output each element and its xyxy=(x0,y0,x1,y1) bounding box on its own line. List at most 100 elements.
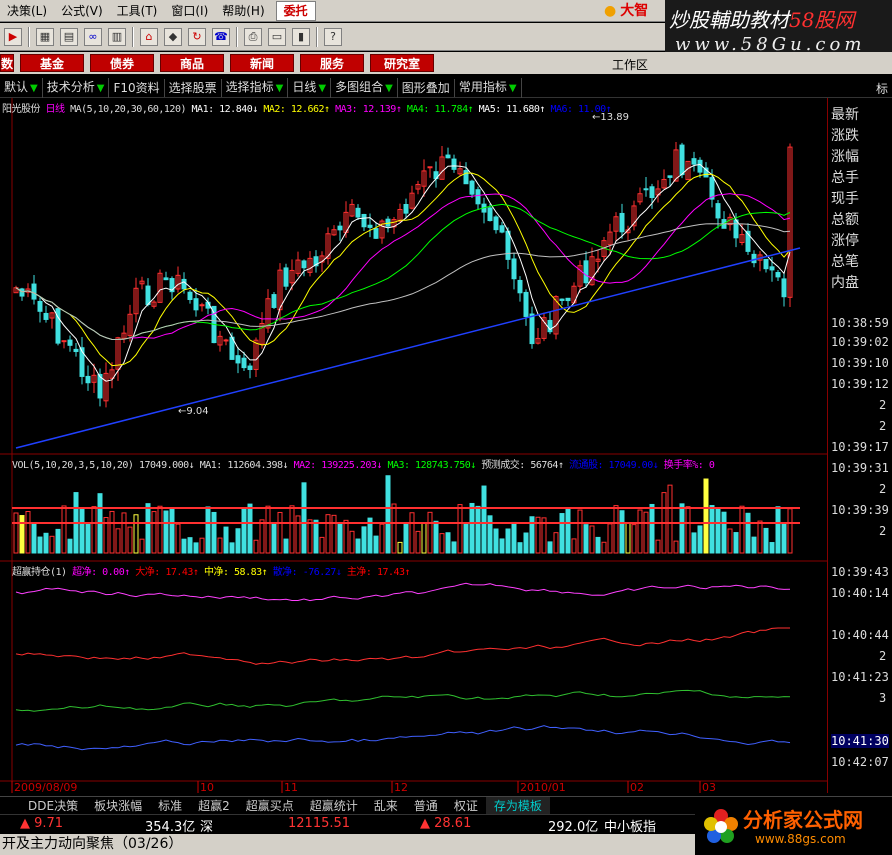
candle-body xyxy=(733,219,739,239)
func-button-fund[interactable]: 基金 xyxy=(20,54,84,72)
books-icon[interactable]: ▮ xyxy=(292,27,310,46)
menu-help[interactable]: 帮助(H) xyxy=(215,0,271,22)
volume-bar xyxy=(511,521,517,554)
volume-bar xyxy=(565,507,571,554)
home-icon[interactable]: ⌂ xyxy=(140,27,158,46)
candle-body xyxy=(751,253,757,264)
candle-body xyxy=(193,298,199,311)
btab-sector[interactable]: 板块涨幅 xyxy=(86,797,150,814)
menu-trade[interactable]: 委托 xyxy=(275,0,316,21)
btab-normal[interactable]: 普通 xyxy=(406,797,446,814)
volume-bar xyxy=(673,540,679,554)
btab-dde[interactable]: DDE决策 xyxy=(20,797,86,814)
func-button-data[interactable]: 数 xyxy=(0,54,14,72)
toolbar: ▶ ▦ ▤ ∞ ▥ ⌂ ◆ ↻ ☎ ⎙ ▭ ▮ ? xyxy=(0,23,665,51)
volume-bar xyxy=(427,511,433,554)
volume-bar xyxy=(61,505,67,554)
btab-standard[interactable]: 标准 xyxy=(150,797,190,814)
volume-bar xyxy=(649,503,655,554)
candle-body xyxy=(619,212,625,233)
tab-default[interactable]: 默认 ▼ xyxy=(0,77,43,98)
print-icon[interactable]: ⎙ xyxy=(244,27,262,46)
status-index-sme: 12115.51 xyxy=(288,816,351,831)
candle-body xyxy=(463,170,469,185)
trade-time: 10:40:14 xyxy=(831,586,889,600)
volume-bar xyxy=(217,537,223,554)
volume-bar xyxy=(415,530,421,554)
menu-window[interactable]: 窗口(I) xyxy=(164,0,215,22)
flow-line xyxy=(15,627,790,665)
menu-decision[interactable]: 决策(L) xyxy=(0,0,54,22)
diamond-icon[interactable]: ◆ xyxy=(164,27,182,46)
volume-bar xyxy=(613,505,619,554)
volume-bar xyxy=(187,537,193,554)
tab-overlay[interactable]: 图形叠加 xyxy=(398,78,455,97)
func-button-research[interactable]: 研究室 xyxy=(370,54,434,72)
volume-bar xyxy=(205,506,211,554)
tab-daily[interactable]: 日线 ▼ xyxy=(288,77,332,98)
tab-common-indicators[interactable]: 常用指标 ▼ xyxy=(455,77,522,98)
volume-bar xyxy=(607,523,613,554)
tab-multi-chart[interactable]: 多图组合 ▼ xyxy=(331,77,398,98)
menu-tools[interactable]: 工具(T) xyxy=(110,0,165,22)
btab-chaoying2[interactable]: 超赢2 xyxy=(190,797,238,814)
window-icon[interactable]: ▭ xyxy=(268,27,286,46)
volume-bar xyxy=(667,484,673,554)
volume-bar xyxy=(325,514,331,554)
menu-formula[interactable]: 公式(V) xyxy=(54,0,110,22)
btab-save-template[interactable]: 存为模板 xyxy=(485,797,550,814)
volume-bar xyxy=(475,505,481,554)
workspace-label[interactable]: 工作区 xyxy=(612,56,648,73)
btab-stats[interactable]: 超赢统计 xyxy=(302,797,366,814)
quote-amount: 总额 xyxy=(831,212,859,228)
volume-bar xyxy=(685,506,691,554)
volume-bar xyxy=(631,524,637,554)
volume-bar xyxy=(379,523,385,554)
volume-bar xyxy=(745,512,751,554)
volume-bar xyxy=(709,505,715,554)
function-bar: 数 基金 债券 商品 新闻 服务 研究室 xyxy=(0,52,892,74)
func-button-service[interactable]: 服务 xyxy=(300,54,364,72)
tab-f10[interactable]: F10资料 xyxy=(109,78,165,97)
func-button-commodity[interactable]: 商品 xyxy=(160,54,224,72)
btab-buy-point[interactable]: 超赢买点 xyxy=(238,797,302,814)
trade-time: 10:39:02 xyxy=(831,335,889,349)
volume-bar xyxy=(769,542,775,554)
binoculars-icon[interactable]: ∞ xyxy=(84,27,102,46)
volume-bar xyxy=(571,538,577,554)
volume-bar xyxy=(763,527,769,554)
volume-bar xyxy=(19,515,25,554)
help-pointer-icon[interactable]: ? xyxy=(324,27,342,46)
phone-icon[interactable]: ☎ xyxy=(212,27,230,46)
chart-area[interactable]: ←13.89 ←9.04 2009/08/09 10 11 12 2010/01 02 03 阳… xyxy=(0,98,828,793)
volume-bar xyxy=(409,512,415,554)
func-button-news[interactable]: 新闻 xyxy=(230,54,294,72)
func-button-bond[interactable]: 债券 xyxy=(90,54,154,72)
volume-bar xyxy=(55,528,61,554)
btab-warrant[interactable]: 权证 xyxy=(446,797,486,814)
volume-bar xyxy=(91,506,97,554)
candle-body xyxy=(235,355,241,364)
volume-bar xyxy=(133,514,139,554)
tab-tech-analysis[interactable]: 技术分析 ▼ xyxy=(43,77,110,98)
candle-body xyxy=(361,213,367,228)
kline-chart[interactable]: ←13.89←9.042009/08/09 10 11 12 2010/01 02 03 xyxy=(0,98,828,793)
tab-select-indicator[interactable]: 选择指标 ▼ xyxy=(222,77,289,98)
volume-bar xyxy=(199,537,205,554)
volume-bar xyxy=(223,526,229,554)
arrow-icon[interactable]: ▶ xyxy=(4,27,22,46)
volume-bar xyxy=(499,538,505,554)
btab-luanlai[interactable]: 乱来 xyxy=(366,797,406,814)
volume-bar xyxy=(49,535,55,554)
grid-icon[interactable]: ▦ xyxy=(36,27,54,46)
volume-bar xyxy=(247,503,253,554)
candle-body xyxy=(469,180,475,195)
volume-bar xyxy=(157,505,163,554)
table-icon[interactable]: ▤ xyxy=(60,27,78,46)
tab-select-stock[interactable]: 选择股票 xyxy=(165,78,222,97)
refresh-icon[interactable]: ↻ xyxy=(188,27,206,46)
tab-right-label[interactable]: 标 xyxy=(876,80,888,97)
chart-icon[interactable]: ▥ xyxy=(108,27,126,46)
volume-bar xyxy=(733,532,739,554)
candle-body xyxy=(475,189,481,205)
